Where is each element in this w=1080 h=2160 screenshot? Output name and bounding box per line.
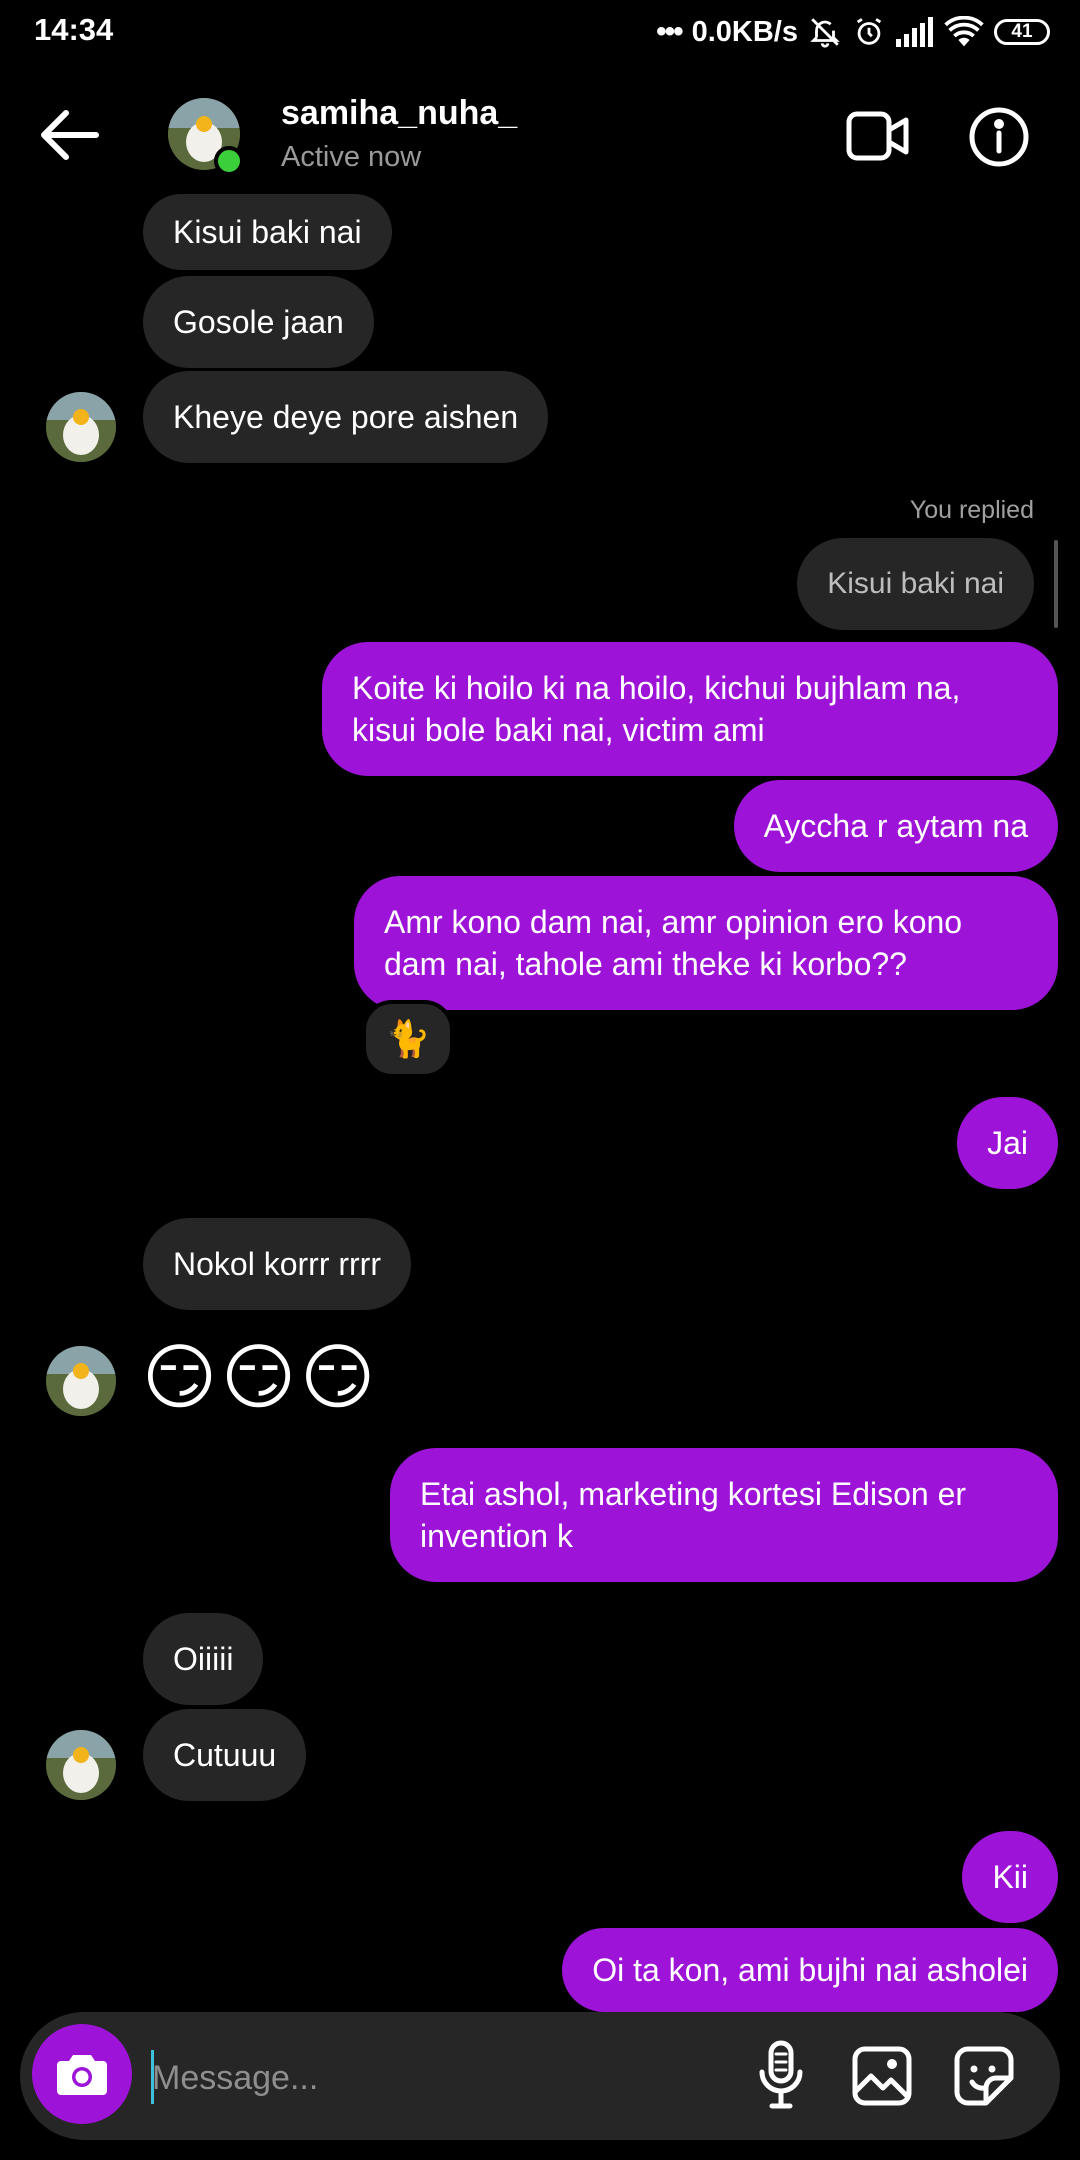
signal-icon (896, 17, 933, 47)
outgoing-message[interactable]: Amr kono dam nai, amr opinion ero kono d… (354, 876, 1058, 1010)
message-text: Kheye deye pore aishen (173, 399, 519, 435)
message-text: Etai ashol, marketing kortesi Edison er … (420, 1476, 967, 1554)
outgoing-message[interactable]: Jai (957, 1097, 1058, 1189)
sender-avatar[interactable] (46, 392, 116, 462)
battery-level: 41 (1011, 21, 1033, 42)
back-arrow-icon[interactable] (36, 105, 106, 165)
reply-label: You replied (909, 496, 1034, 524)
sender-avatar[interactable] (46, 1730, 116, 1800)
wifi-icon (944, 16, 984, 47)
message-text: Oi ta kon, ami bujhi nai asholei (592, 1952, 1028, 1988)
gallery-icon[interactable] (852, 2046, 912, 2106)
camera-button[interactable] (32, 2024, 132, 2124)
outgoing-message[interactable]: Kii (962, 1831, 1058, 1923)
online-indicator (214, 146, 244, 176)
message-text: Amr kono dam nai, amr opinion ero kono d… (384, 904, 963, 982)
message-input[interactable] (150, 2042, 714, 2114)
battery-icon: 41 (994, 19, 1050, 45)
replied-quote[interactable]: Kisui baki nai (797, 538, 1034, 630)
microphone-icon[interactable] (758, 2040, 804, 2110)
message-text: Kisui baki nai (173, 214, 362, 250)
quote-text: Kisui baki nai (827, 567, 1004, 600)
sticker-icon[interactable] (954, 2046, 1014, 2106)
incoming-message[interactable]: Gosole jaan (143, 276, 374, 368)
outgoing-message[interactable]: Oi ta kon, ami bujhi nai asholei (562, 1928, 1058, 2012)
outgoing-message[interactable]: Etai ashol, marketing kortesi Edison er … (390, 1448, 1058, 1582)
message-text: Nokol korrr rrrr (173, 1246, 381, 1282)
outgoing-message[interactable]: Koite ki hoilo ki na hoilo, kichui bujhl… (322, 642, 1058, 776)
status-icons: ••• 0.0KB/s 41 (656, 12, 1050, 52)
status-time: 14:34 (34, 12, 114, 47)
alarm-icon (856, 18, 882, 45)
scrollbar[interactable] (1054, 540, 1058, 628)
incoming-message[interactable]: Cutuuu (143, 1709, 307, 1801)
emoji-message[interactable]: 😏😏😏 (142, 1338, 379, 1418)
message-text: Kii (992, 1859, 1028, 1895)
incoming-message[interactable]: Nokol korrr rrrr (143, 1218, 411, 1310)
mute-bell-icon (810, 18, 840, 48)
incoming-message[interactable]: Kisui baki nai (143, 194, 392, 270)
incoming-message[interactable]: Kheye deye pore aishen (143, 371, 549, 463)
text-cursor (151, 2050, 154, 2104)
outgoing-message[interactable]: Ayccha r aytam na (733, 780, 1058, 872)
message-text: Koite ki hoilo ki na hoilo, kichui bujhl… (352, 670, 961, 748)
message-text: Cutuuu (173, 1737, 277, 1773)
video-call-icon[interactable] (846, 110, 910, 162)
dots-icon: ••• (656, 15, 683, 48)
reaction-emoji: 🐈 (385, 1018, 431, 1059)
camera-icon (57, 2055, 107, 2095)
incoming-message[interactable]: Oiiiii (143, 1613, 264, 1705)
message-reaction[interactable]: 🐈 (362, 1000, 454, 1078)
message-text: Gosole jaan (173, 304, 344, 340)
message-text: Ayccha r aytam na (763, 808, 1028, 844)
network-speed: 0.0KB/s (691, 15, 798, 48)
info-icon[interactable] (968, 106, 1030, 168)
sender-avatar[interactable] (46, 1346, 116, 1416)
chat-username[interactable]: samiha_nuha_ (281, 94, 517, 133)
active-status: Active now (281, 141, 422, 173)
message-text: Oiiiii (173, 1641, 234, 1677)
message-text: Jai (987, 1125, 1028, 1161)
